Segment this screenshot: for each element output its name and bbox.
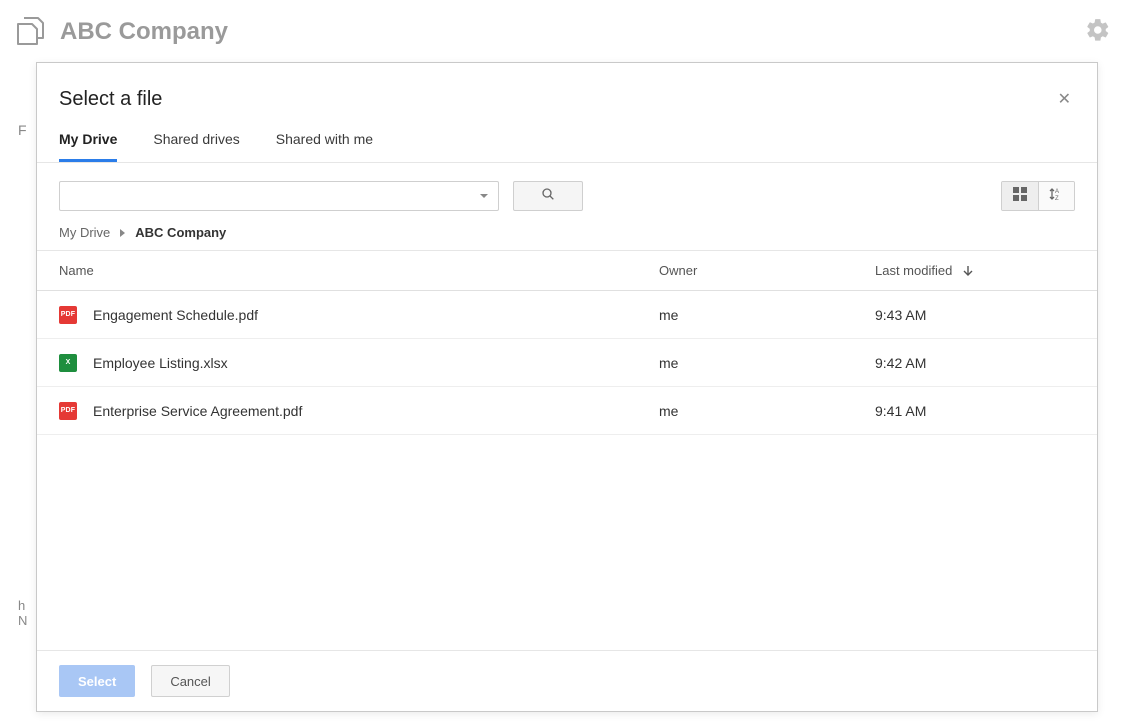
file-owner: me xyxy=(659,403,875,419)
file-name: Enterprise Service Agreement.pdf xyxy=(93,403,302,419)
dialog-header: Select a file ✕ xyxy=(37,63,1097,113)
select-button[interactable]: Select xyxy=(59,665,135,697)
table-row[interactable]: PDF Engagement Schedule.pdf me 9:43 AM xyxy=(37,291,1097,339)
arrow-down-icon xyxy=(962,265,974,277)
file-list: Name Owner Last modified PDF Engagement … xyxy=(37,250,1097,650)
search-input[interactable] xyxy=(60,182,480,210)
file-modified: 9:43 AM xyxy=(875,307,1075,323)
dialog-title: Select a file xyxy=(59,88,162,111)
file-modified: 9:41 AM xyxy=(875,403,1075,419)
breadcrumb-root[interactable]: My Drive xyxy=(59,225,110,240)
svg-text:Z: Z xyxy=(1055,196,1059,201)
file-modified: 9:42 AM xyxy=(875,355,1075,371)
dialog-footer: Select Cancel xyxy=(37,650,1097,711)
page-title: ABC Company xyxy=(60,18,228,46)
tab-my-drive[interactable]: My Drive xyxy=(59,131,117,162)
xlsx-icon: X xyxy=(59,354,77,372)
file-name: Engagement Schedule.pdf xyxy=(93,307,258,323)
sort-az-icon: A Z xyxy=(1049,187,1065,206)
col-owner-header[interactable]: Owner xyxy=(659,263,875,278)
col-name-header[interactable]: Name xyxy=(59,263,659,278)
pdf-icon: PDF xyxy=(59,306,77,324)
file-owner: me xyxy=(659,307,875,323)
close-icon[interactable]: ✕ xyxy=(1054,85,1075,113)
file-owner: me xyxy=(659,355,875,371)
chevron-down-icon[interactable] xyxy=(480,194,488,198)
table-row[interactable]: PDF Enterprise Service Agreement.pdf me … xyxy=(37,387,1097,435)
pdf-icon: PDF xyxy=(59,402,77,420)
chevron-right-icon xyxy=(120,229,125,237)
sort-az-button[interactable]: A Z xyxy=(1038,182,1074,210)
gear-icon[interactable] xyxy=(1085,17,1111,48)
page-header: ABC Company xyxy=(0,0,1129,62)
search-button[interactable] xyxy=(513,181,583,211)
file-picker-dialog: Select a file ✕ My Drive Shared drives S… xyxy=(36,62,1098,712)
picker-tabs: My Drive Shared drives Shared with me xyxy=(37,113,1097,163)
tab-shared-drives[interactable]: Shared drives xyxy=(153,131,239,162)
grid-view-button[interactable] xyxy=(1002,182,1038,210)
col-modified-header[interactable]: Last modified xyxy=(875,263,1075,278)
view-toggle: A Z xyxy=(1001,181,1075,211)
tab-shared-with-me[interactable]: Shared with me xyxy=(276,131,373,162)
grid-icon xyxy=(1013,187,1027,206)
search-icon xyxy=(540,186,556,207)
col-modified-label: Last modified xyxy=(875,263,952,278)
picker-toolbar: A Z xyxy=(37,163,1097,211)
svg-text:A: A xyxy=(1055,189,1059,195)
cancel-button[interactable]: Cancel xyxy=(151,665,229,697)
breadcrumb-current[interactable]: ABC Company xyxy=(135,225,226,240)
column-headers: Name Owner Last modified xyxy=(37,251,1097,291)
files-icon xyxy=(10,12,50,52)
search-box[interactable] xyxy=(59,181,499,211)
file-name: Employee Listing.xlsx xyxy=(93,355,228,371)
table-row[interactable]: X Employee Listing.xlsx me 9:42 AM xyxy=(37,339,1097,387)
breadcrumb: My Drive ABC Company xyxy=(37,211,1097,250)
